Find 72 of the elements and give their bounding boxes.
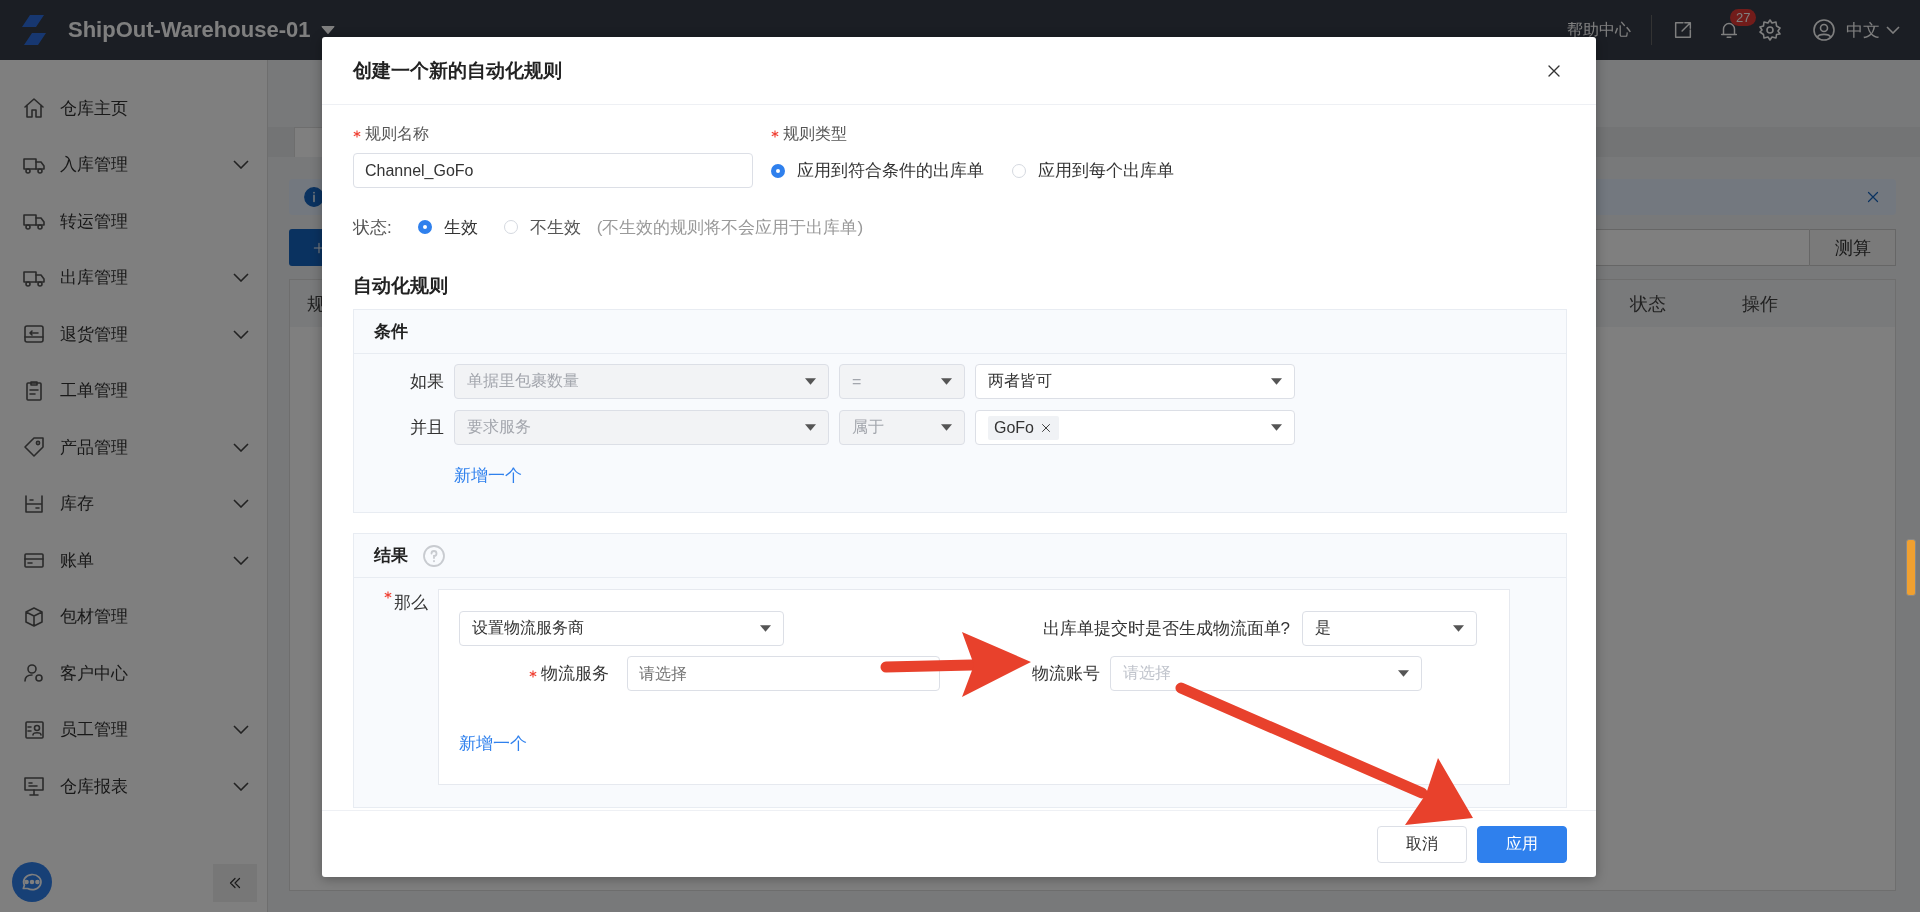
cancel-button[interactable]: 取消 xyxy=(1377,825,1467,863)
panel-title: 条件 xyxy=(374,321,408,343)
panel-title: 结果 xyxy=(374,545,408,567)
help-icon[interactable] xyxy=(422,543,446,568)
sidebar-item[interactable]: 入库管理 xyxy=(0,136,267,193)
sidebar-item[interactable]: 员工管理 xyxy=(0,701,267,758)
sidebar-item[interactable]: 包材管理 xyxy=(0,588,267,645)
caret-icon xyxy=(1453,625,1464,632)
notification-badge: 27 xyxy=(1730,9,1757,26)
user-icon xyxy=(1812,18,1836,42)
input-field[interactable]: 请选择 xyxy=(627,656,940,691)
caret-icon xyxy=(1271,424,1282,431)
share-icon xyxy=(1672,19,1694,41)
condition-connector: 如果 xyxy=(409,371,444,393)
sidebar-item[interactable]: 工单管理 xyxy=(0,362,267,419)
scrollbar-thumb[interactable] xyxy=(1906,539,1916,596)
sidebar-item[interactable]: 仓库主页 xyxy=(0,80,267,137)
sidebar-item[interactable]: 转运管理 xyxy=(0,193,267,250)
dropdown[interactable]: 两者皆可 xyxy=(975,364,1295,399)
apply-button[interactable]: 应用 xyxy=(1477,825,1567,863)
caret-icon xyxy=(1271,378,1282,385)
radio-label[interactable]: 应用到每个出库单 xyxy=(1038,159,1174,182)
cube-icon xyxy=(22,604,46,629)
caret-icon xyxy=(760,625,771,632)
dialog-title: 创建一个新的自动化规则 xyxy=(353,58,562,83)
hint-text: (不生效的规则将不会应用于出库单) xyxy=(596,216,864,239)
caret-icon xyxy=(941,378,952,385)
radio-label[interactable]: 生效 xyxy=(443,215,478,239)
sidebar-item[interactable]: 出库管理 xyxy=(0,249,267,306)
field-label: 物流服务 xyxy=(541,663,609,685)
board-icon xyxy=(22,774,46,799)
rule-name-field[interactable]: Channel_GoFo xyxy=(353,153,753,188)
field-label: 出库单提交时是否生成物流面单? xyxy=(1042,618,1290,640)
radio-button[interactable] xyxy=(771,163,785,178)
field-label: 规则名称 xyxy=(365,123,429,144)
help-link[interactable]: 帮助中心 xyxy=(1567,19,1631,41)
field-label: 那么 xyxy=(394,592,428,614)
section-title: 自动化规则 xyxy=(353,274,449,297)
condition-connector: 并且 xyxy=(409,417,444,439)
warehouse-name[interactable]: ShipOut-Warehouse-01 xyxy=(68,17,311,43)
logo-icon xyxy=(20,15,48,45)
tag-text: GoFo xyxy=(994,418,1034,437)
column-header: 操作 xyxy=(1742,292,1778,316)
caret-icon xyxy=(805,424,816,431)
add-link[interactable]: 新增一个 xyxy=(459,732,527,755)
caret-icon xyxy=(805,378,816,385)
language-label[interactable]: 中文 xyxy=(1846,18,1880,42)
sidebar-item[interactable]: 仓库报表 xyxy=(0,758,267,815)
sidebar-item[interactable]: 客户中心 xyxy=(0,645,267,702)
chevron-down-icon xyxy=(1886,26,1900,34)
dropdown[interactable]: 设置物流服务商 xyxy=(459,611,784,646)
house-icon xyxy=(22,96,46,121)
sidebar-item[interactable]: 账单 xyxy=(0,532,267,589)
radio-button[interactable] xyxy=(417,220,432,234)
sidebar-item[interactable]: 退货管理 xyxy=(0,306,267,363)
calculate-button[interactable]: 测算 xyxy=(1810,229,1896,266)
radio-label[interactable]: 不生效 xyxy=(529,215,581,239)
dropdown[interactable]: GoFo xyxy=(975,410,1295,445)
caret-icon xyxy=(941,424,952,431)
column-header: 状态 xyxy=(1630,292,1666,316)
collapse-button[interactable] xyxy=(213,864,257,902)
add-link[interactable]: 新增一个 xyxy=(454,464,522,487)
field-label: 规则类型 xyxy=(783,123,847,144)
caret-icon xyxy=(1398,670,1409,677)
sidebar-item[interactable]: 产品管理 xyxy=(0,419,267,476)
settings-icon xyxy=(1758,18,1782,42)
radio-label[interactable]: 应用到符合条件的出库单 xyxy=(797,159,984,182)
sidebar-item[interactable]: 库存 xyxy=(0,475,267,532)
field-label: 物流账号 xyxy=(1032,663,1100,685)
status-label: 状态: xyxy=(353,216,392,239)
dropdown[interactable]: 是 xyxy=(1302,611,1477,646)
tag-icon xyxy=(22,435,46,460)
